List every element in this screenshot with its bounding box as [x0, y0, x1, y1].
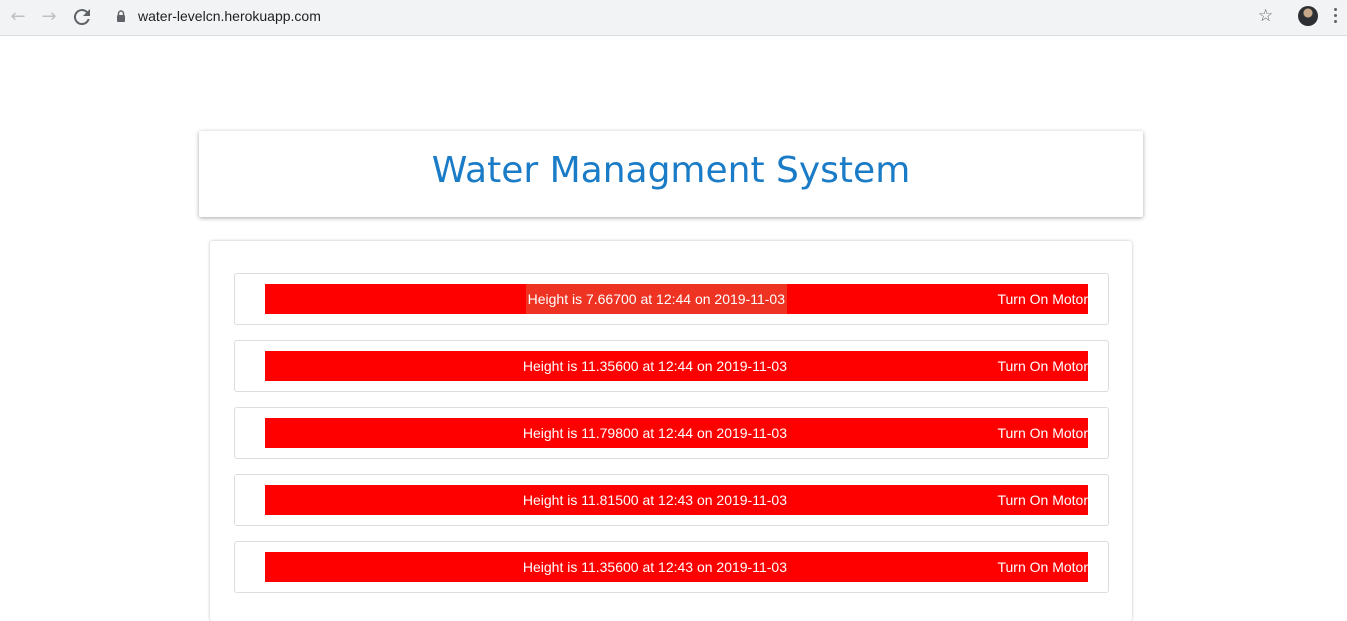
- turn-on-motor-button[interactable]: Turn On Motor: [997, 552, 1088, 582]
- address-bar-url[interactable]: water-levelcn.herokuapp.com: [138, 8, 321, 24]
- reading-row: Height is 11.35600 at 12:44 on 2019-11-0…: [234, 340, 1109, 392]
- star-icon[interactable]: ☆: [1258, 6, 1273, 26]
- reading-bar: Height is 7.66700 at 12:44 on 2019-11-03…: [265, 284, 1088, 314]
- back-arrow-icon[interactable]: ←: [6, 5, 30, 29]
- reading-text: Height is 11.79800 at 12:44 on 2019-11-0…: [522, 425, 787, 441]
- reading-text: Height is 11.35600 at 12:43 on 2019-11-0…: [522, 559, 787, 575]
- reading-text: Height is 11.35600 at 12:44 on 2019-11-0…: [522, 358, 787, 374]
- readings-panel: Height is 7.66700 at 12:44 on 2019-11-03…: [210, 241, 1132, 621]
- reading-row: Height is 11.35600 at 12:43 on 2019-11-0…: [234, 541, 1109, 593]
- reading-bar: Height is 11.79800 at 12:44 on 2019-11-0…: [265, 418, 1088, 448]
- page-title: Water Managment System: [431, 150, 911, 191]
- header-card: Water Managment System: [199, 131, 1143, 217]
- reading-text: Height is 7.66700 at 12:44 on 2019-11-03: [525, 284, 787, 314]
- more-menu-icon[interactable]: [1334, 8, 1338, 26]
- reading-bar: Height is 11.35600 at 12:43 on 2019-11-0…: [265, 552, 1088, 582]
- reading-row: Height is 11.81500 at 12:43 on 2019-11-0…: [234, 474, 1109, 526]
- reading-row: Height is 7.66700 at 12:44 on 2019-11-03…: [234, 273, 1109, 325]
- reading-text: Height is 11.81500 at 12:43 on 2019-11-0…: [522, 492, 787, 508]
- profile-avatar-icon[interactable]: [1298, 6, 1318, 26]
- browser-toolbar: ← → water-levelcn.herokuapp.com ☆: [0, 0, 1347, 36]
- turn-on-motor-button[interactable]: Turn On Motor: [997, 485, 1088, 515]
- turn-on-motor-button[interactable]: Turn On Motor: [997, 284, 1088, 314]
- forward-arrow-icon[interactable]: →: [37, 5, 61, 29]
- reload-icon[interactable]: [70, 5, 94, 29]
- reading-row: Height is 11.79800 at 12:44 on 2019-11-0…: [234, 407, 1109, 459]
- lock-icon: [117, 10, 125, 22]
- reading-bar: Height is 11.35600 at 12:44 on 2019-11-0…: [265, 351, 1088, 381]
- turn-on-motor-button[interactable]: Turn On Motor: [997, 351, 1088, 381]
- reading-bar: Height is 11.81500 at 12:43 on 2019-11-0…: [265, 485, 1088, 515]
- turn-on-motor-button[interactable]: Turn On Motor: [997, 418, 1088, 448]
